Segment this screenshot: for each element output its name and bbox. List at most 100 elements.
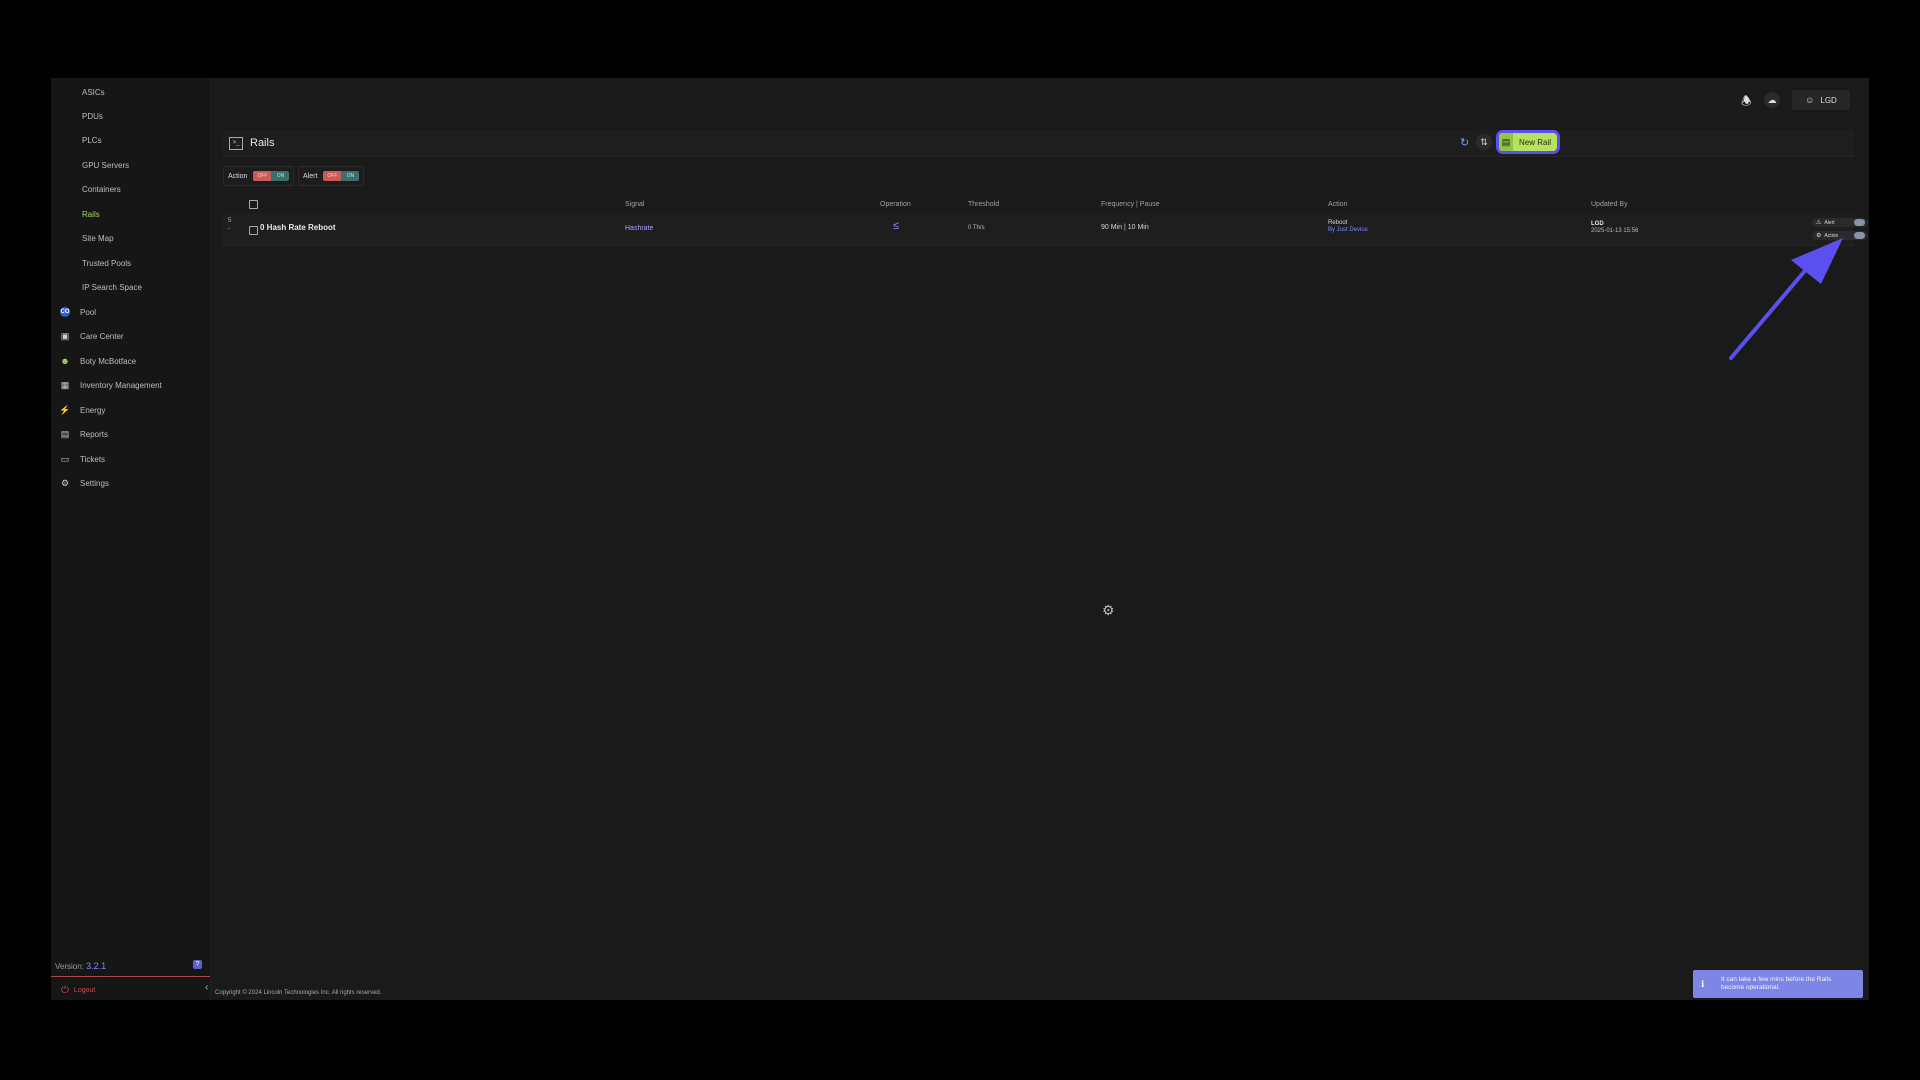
- action-value: Reboot: [1328, 220, 1348, 226]
- sidebar-item-boty-mcbotface[interactable]: ☻ Boty McBotface: [51, 350, 210, 372]
- sidebar-item-label: Settings: [80, 478, 109, 488]
- frequency-value: 90 Min | 10 Min: [1101, 224, 1149, 231]
- toggle-switch[interactable]: [1854, 232, 1865, 239]
- action-filter-toggle[interactable]: OFF ON: [253, 171, 290, 181]
- sidebar-item-label: Pool: [80, 307, 97, 317]
- alert-filter-label: Alert: [303, 172, 318, 180]
- column-header-updated-by[interactable]: Updated By: [1591, 201, 1628, 208]
- column-header-operation[interactable]: Operation: [880, 201, 911, 208]
- inventory-icon: ▦: [60, 379, 70, 390]
- sidebar-item-label: IP Search Space: [82, 282, 142, 292]
- sidebar-item-energy[interactable]: ⚡ Energy: [51, 399, 210, 421]
- rails-panel-header: >_ Rails ↻ ⇅ ▤ New Rail: [223, 130, 1854, 157]
- alert-toggle[interactable]: ⚠ Alert: [1812, 218, 1868, 227]
- new-rail-button[interactable]: ▤ New Rail: [1499, 133, 1557, 151]
- sort-icon[interactable]: ⇅: [1476, 134, 1492, 150]
- row-number-sub: -: [228, 226, 230, 232]
- sidebar-item-label: ASICs: [82, 87, 105, 97]
- sidebar-item-label: Site Map: [82, 233, 114, 243]
- toggle-on[interactable]: ON: [271, 171, 290, 181]
- sidebar-item-site-map[interactable]: Site Map: [51, 227, 210, 249]
- users-icon: ☺: [1805, 95, 1815, 105]
- sidebar-item-pdus[interactable]: PDUs: [51, 105, 210, 127]
- user-menu-button[interactable]: ☺ LGD: [1792, 90, 1850, 110]
- column-header-action[interactable]: Action: [1328, 201, 1347, 208]
- sidebar-item-label: GPU Servers: [82, 160, 130, 170]
- sidebar-item-trusted-pools[interactable]: Trusted Pools: [51, 252, 210, 274]
- row-checkbox[interactable]: [249, 226, 258, 235]
- table-row[interactable]: 5 - 0 Hash Rate Reboot Hashrate ≤ 0 Th/s…: [223, 213, 1868, 246]
- annotation-arrow-icon: [1729, 238, 1843, 360]
- sidebar-item-label: Reports: [80, 429, 109, 439]
- sidebar-item-tickets[interactable]: ▭ Tickets: [51, 448, 210, 470]
- threshold-value: 0 Th/s: [968, 225, 985, 231]
- sidebar-item-label: Tickets: [80, 454, 106, 464]
- care-center-icon: ▣: [60, 330, 70, 341]
- table-header: Signal Operation Threshold Frequency | P…: [223, 194, 1854, 209]
- page-title: Rails: [250, 137, 275, 149]
- sidebar-item-label: Energy: [80, 405, 106, 415]
- sidebar-item-asics[interactable]: ASICs: [51, 81, 210, 103]
- refresh-icon[interactable]: ↻: [1460, 136, 1469, 149]
- pool-icon: CO: [60, 307, 70, 317]
- sidebar-item-label: Care Center: [80, 331, 124, 341]
- sidebar-item-label: Trusted Pools: [82, 258, 132, 268]
- bell-icon[interactable]: 🕭: [1741, 92, 1752, 113]
- sidebar-item-inventory-management[interactable]: ▦ Inventory Management: [51, 374, 210, 396]
- power-icon: ⏻: [61, 985, 69, 996]
- loading-gear-icon: ⚙: [1102, 602, 1115, 618]
- updated-date: 2025-01-13 15:56: [1591, 228, 1639, 234]
- toggle-off[interactable]: OFF: [253, 171, 272, 181]
- row-number: 5: [228, 218, 232, 224]
- settings-icon: ⚙: [60, 477, 70, 488]
- sidebar: ASICs PDUs PLCs GPU Servers Containers R…: [51, 78, 211, 1000]
- sidebar-item-rails[interactable]: Rails: [51, 203, 210, 225]
- version-number: 3.2.1: [86, 961, 107, 971]
- sidebar-item-gpu-servers[interactable]: GPU Servers: [51, 154, 210, 176]
- alert-toggle-label: Alert: [1824, 219, 1835, 226]
- row-index: 5 -: [228, 217, 231, 233]
- bot-icon: ☻: [60, 356, 70, 366]
- lightning-icon: ⚡: [59, 404, 71, 415]
- cloud-upload-icon[interactable]: ☁: [1764, 92, 1780, 108]
- sidebar-item-label: PLCs: [82, 135, 102, 145]
- sidebar-item-settings[interactable]: ⚙ Settings: [51, 472, 210, 494]
- logout-button[interactable]: ⏻ Logout: [61, 985, 95, 996]
- copyright-text: Copyright © 2024 Lincoln Technologies In…: [215, 990, 382, 996]
- bell-icon: ⚠: [1816, 220, 1822, 226]
- sidebar-item-plcs[interactable]: PLCs: [51, 129, 210, 151]
- sidebar-item-reports[interactable]: ▤ Reports: [51, 423, 210, 445]
- action-filter: Action OFF ON: [223, 166, 295, 186]
- info-toast[interactable]: ℹ It can take a few mins before the Rail…: [1693, 970, 1863, 998]
- new-rail-label: New Rail: [1519, 137, 1552, 147]
- sidebar-item-label: PDUs: [82, 111, 103, 121]
- select-all-checkbox[interactable]: [249, 200, 258, 209]
- toggle-off[interactable]: OFF: [323, 171, 342, 181]
- action-target: By Just Device: [1328, 227, 1368, 233]
- help-badge[interactable]: ?: [193, 960, 202, 969]
- version-info: Version: 3.2.1: [55, 961, 106, 971]
- add-rail-icon: ▤: [1499, 133, 1513, 151]
- column-header-threshold[interactable]: Threshold: [968, 201, 999, 208]
- alert-filter-toggle[interactable]: OFF ON: [323, 171, 360, 181]
- app-window: ASICs PDUs PLCs GPU Servers Containers R…: [51, 78, 1869, 1000]
- column-header-frequency[interactable]: Frequency | Pause: [1101, 201, 1160, 208]
- sidebar-item-containers[interactable]: Containers: [51, 178, 210, 200]
- sidebar-item-pool[interactable]: CO Pool: [51, 301, 210, 323]
- user-label: LGD: [1820, 95, 1837, 105]
- sidebar-item-care-center[interactable]: ▣ Care Center: [51, 325, 210, 347]
- collapse-sidebar-icon[interactable]: ‹: [205, 982, 208, 993]
- sidebar-item-label: Boty McBotface: [80, 356, 137, 366]
- rail-name[interactable]: 0 Hash Rate Reboot: [260, 223, 336, 232]
- ticket-icon: ▭: [60, 453, 70, 464]
- signal-value: Hashrate: [625, 225, 654, 232]
- sidebar-item-label: Rails: [82, 209, 100, 219]
- toast-message: It can take a few mins before the Rails …: [1721, 976, 1832, 991]
- sidebar-divider: [51, 976, 210, 977]
- toggle-switch[interactable]: [1854, 219, 1865, 226]
- sidebar-item-label: Inventory Management: [80, 380, 162, 390]
- sidebar-item-ip-search-space[interactable]: IP Search Space: [51, 276, 210, 298]
- column-header-signal[interactable]: Signal: [625, 201, 644, 208]
- toggle-on[interactable]: ON: [341, 171, 360, 181]
- terminal-icon: >_: [229, 137, 243, 150]
